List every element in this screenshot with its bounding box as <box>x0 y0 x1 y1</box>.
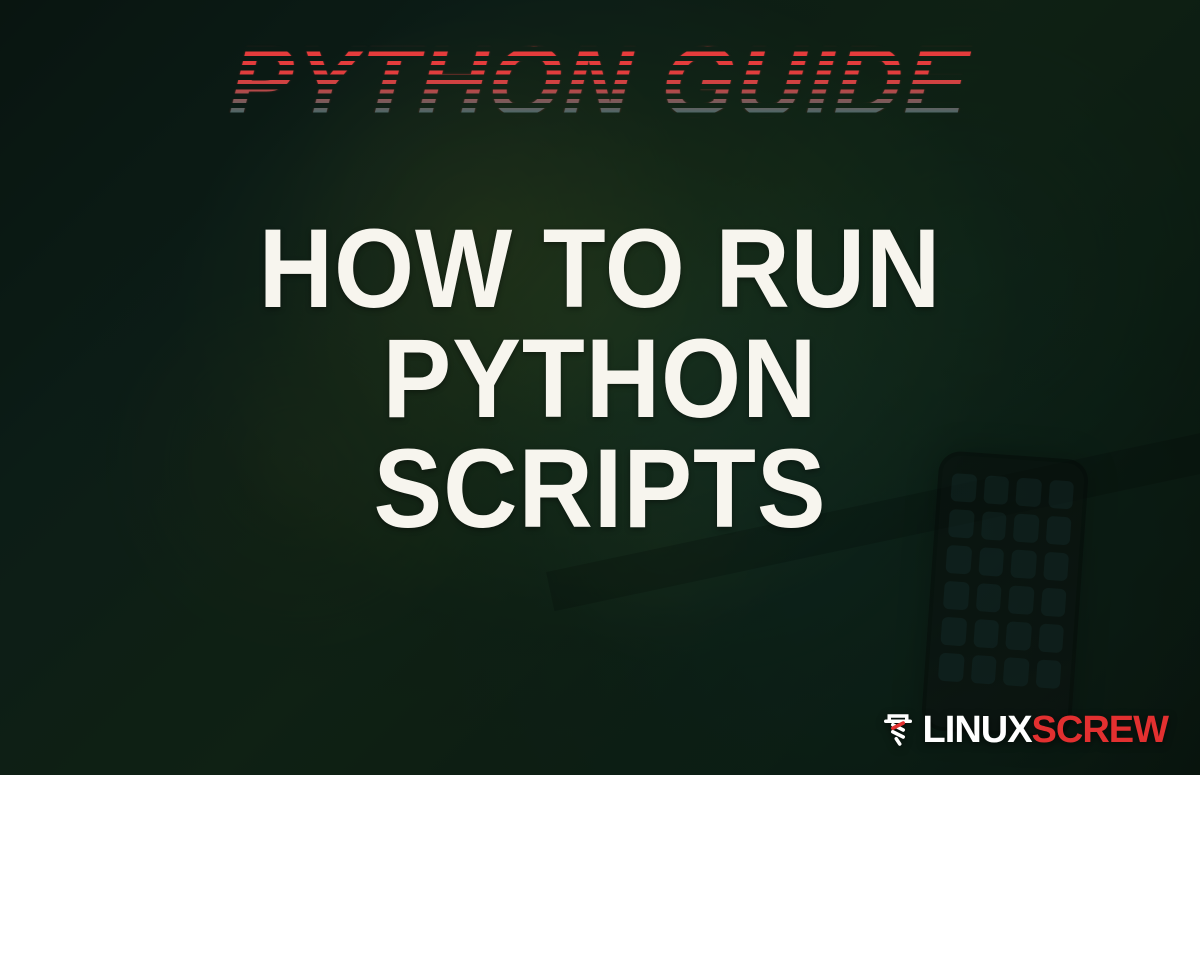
banner-title-line1: HOW TO RUN PYTHON <box>48 214 1152 434</box>
banner-content: PYTHON GUIDE HOW TO RUN PYTHON SCRIPTS <box>0 0 1200 775</box>
screw-icon <box>877 709 919 751</box>
hero-banner: PYTHON GUIDE HOW TO RUN PYTHON SCRIPTS L… <box>0 0 1200 775</box>
brand-logo: LINUXSCREW <box>877 709 1168 751</box>
banner-supertitle: PYTHON GUIDE <box>227 33 973 132</box>
brand-word-screw: SCREW <box>1032 709 1168 751</box>
brand-word-linux: LINUX <box>923 709 1032 751</box>
banner-title: HOW TO RUN PYTHON SCRIPTS <box>48 214 1152 543</box>
brand-wordmark: LINUXSCREW <box>923 711 1168 749</box>
banner-title-line2: SCRIPTS <box>48 434 1152 544</box>
